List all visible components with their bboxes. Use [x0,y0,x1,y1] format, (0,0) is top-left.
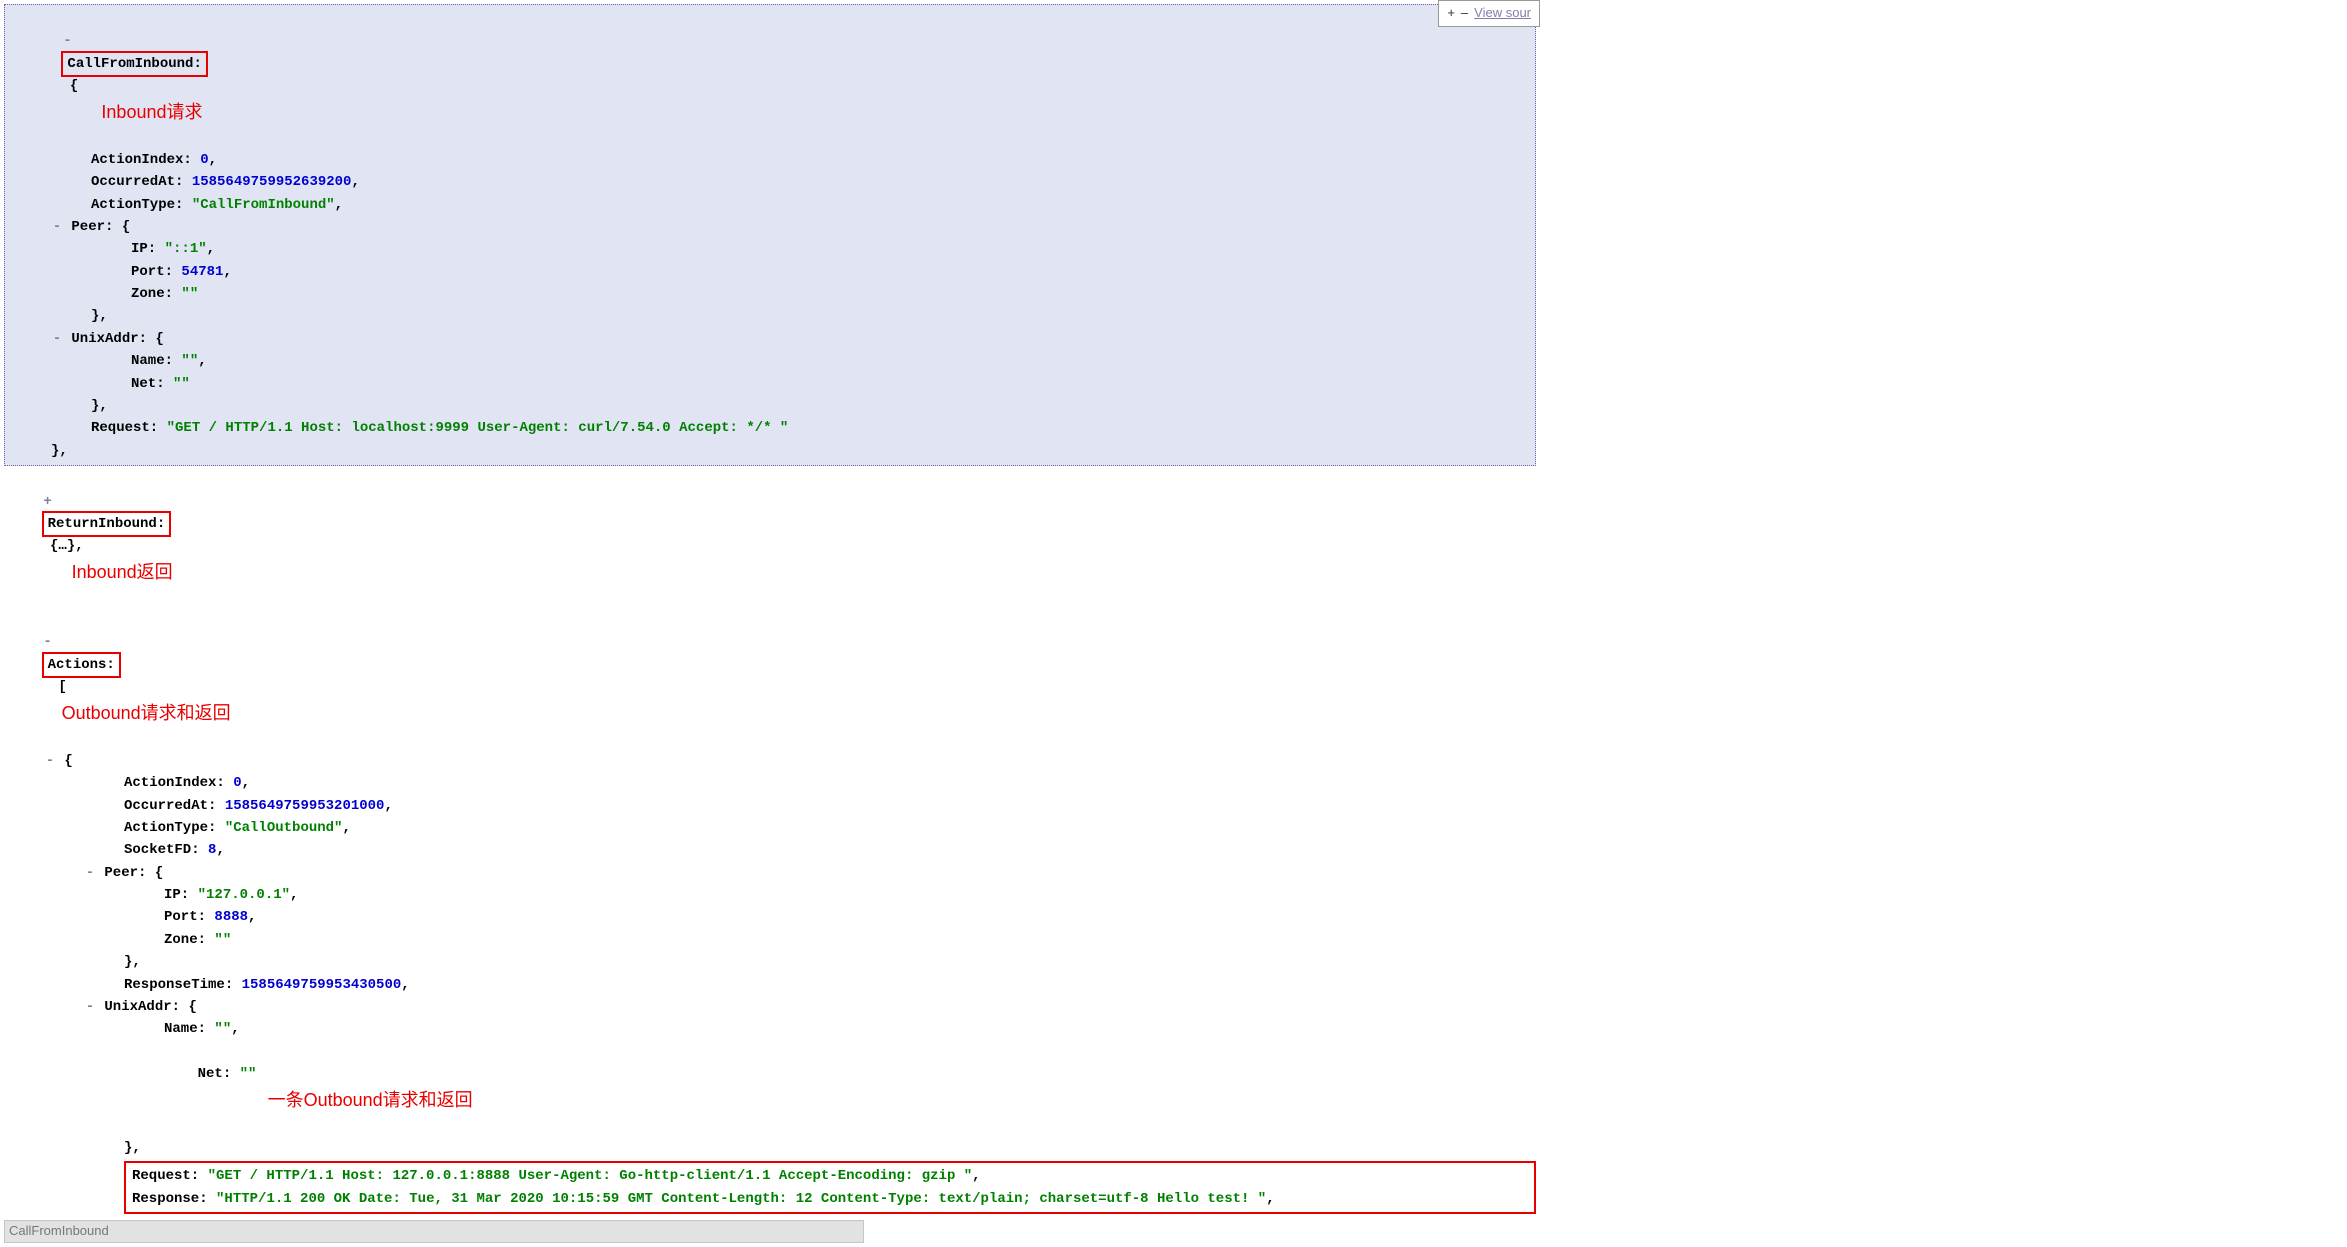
response-key: Response: [132,1191,208,1207]
one-outbound-annotation: 一条Outbound请求和返回 [268,1090,473,1110]
request-value: "GET / HTTP/1.1 Host: localhost:9999 Use… [167,420,789,436]
ip-key: IP: [131,241,156,257]
occurred-at-key: OccurredAt: [124,798,216,814]
request-key: Request: [91,420,158,436]
view-source-link[interactable]: View sour [1474,3,1531,24]
return-inbound-key-box: ReturnInbound: [42,511,172,537]
port-value: 54781 [181,264,223,280]
call-from-inbound-key: CallFromInbound: [67,56,201,72]
name-value: "" [181,353,198,369]
occurred-at-value: 1585649759952639200 [192,174,352,190]
collapse-icon[interactable]: - [51,216,63,238]
return-inbound-key: ReturnInbound: [48,516,166,532]
request-response-box: Request: "GET / HTTP/1.1 Host: 127.0.0.1… [124,1161,1536,1214]
inbound-request-annotation: Inbound请求 [101,98,202,127]
action-type-value: "CallOutbound" [225,820,343,836]
net-value: "" [240,1066,257,1082]
request-key: Request: [132,1168,199,1184]
ip-value: "127.0.0.1" [198,887,290,903]
zone-key: Zone: [164,932,206,948]
net-key: Net: [198,1066,232,1082]
ip-value: "::1" [165,241,207,257]
collapse-icon[interactable]: - [61,30,73,52]
actions-row: - Actions: [ Outbound请求和返回 [4,609,1536,750]
unixaddr-key: UnixAddr: [71,331,147,347]
net-value: "" [173,376,190,392]
call-from-inbound-block: - CallFromInbound: { Inbound请求 ActionInd… [4,4,1536,466]
expand-all-button[interactable]: + [1447,3,1455,24]
actions-key-box: Actions: [42,652,121,678]
port-key: Port: [164,909,206,925]
json-viewer-toolbar: + – View sour [1438,0,1540,27]
response-value: "HTTP/1.1 200 OK Date: Tue, 31 Mar 2020 … [216,1191,1266,1207]
collapse-icon[interactable]: - [51,328,63,350]
collapsed-indicator[interactable]: {…}, [42,538,84,554]
zone-value: "" [214,932,231,948]
action-type-value: "CallFromInbound" [192,197,335,213]
expand-icon[interactable]: + [42,491,54,513]
ip-key: IP: [164,887,189,903]
request-value: "GET / HTTP/1.1 Host: 127.0.0.1:8888 Use… [208,1168,973,1184]
action-index-value: 0 [233,775,241,791]
collapse-icon[interactable]: - [44,750,56,772]
socketfd-key: SocketFD: [124,842,200,858]
name-key: Name: [131,353,173,369]
collapse-icon[interactable]: - [84,862,96,884]
action-type-key: ActionType: [91,197,183,213]
occurred-at-value: 1585649759953201000 [225,798,385,814]
occurred-at-key: OccurredAt: [91,174,183,190]
collapse-all-button[interactable]: – [1461,3,1468,24]
zone-key: Zone: [131,286,173,302]
action-index-key: ActionIndex: [91,152,192,168]
action-index-key: ActionIndex: [124,775,225,791]
actions-key: Actions: [48,657,115,673]
action-type-key: ActionType: [124,820,216,836]
outbound-annotation: Outbound请求和返回 [62,699,231,728]
zone-value: "" [181,286,198,302]
name-key: Name: [164,1021,206,1037]
response-time-value: 1585649759953430500 [242,977,402,993]
port-value: 8888 [214,909,248,925]
inbound-return-annotation: Inbound返回 [72,558,173,587]
peer-key: Peer: [104,865,146,881]
net-key: Net: [131,376,165,392]
peer-key: Peer: [71,219,113,235]
collapse-icon[interactable]: - [42,631,54,653]
name-value: "" [214,1021,231,1037]
return-inbound-row: + ReturnInbound: {…}, Inbound返回 [4,468,1536,609]
unixaddr-key: UnixAddr: [104,999,180,1015]
call-from-inbound-key-box: CallFromInbound: [61,51,207,77]
status-tooltip: CallFromInbound [4,1220,864,1243]
port-key: Port: [131,264,173,280]
response-time-key: ResponseTime: [124,977,233,993]
collapse-icon[interactable]: - [84,996,96,1018]
action-index-value: 0 [200,152,208,168]
